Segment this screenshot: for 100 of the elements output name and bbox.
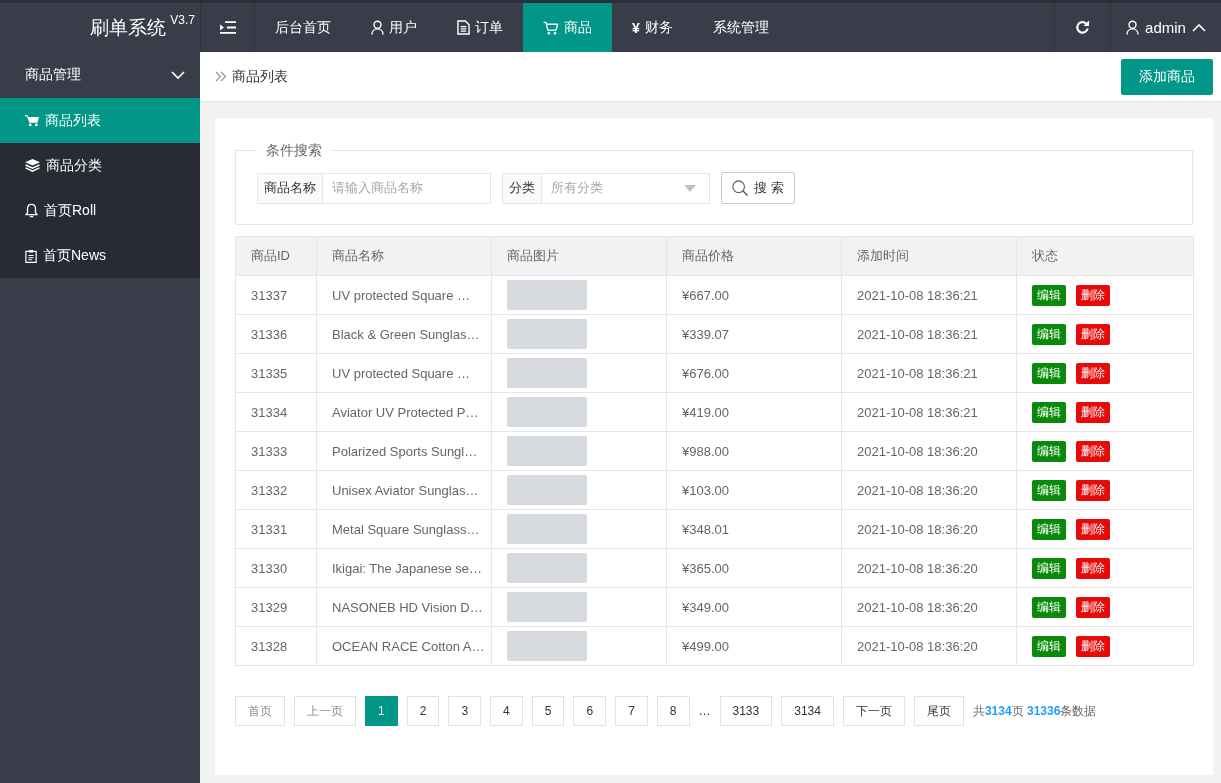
- table-cell: ¥349.00: [666, 587, 842, 627]
- table-cell: Unisex Aviator Sunglas…: [316, 470, 492, 510]
- edit-button[interactable]: 编辑: [1032, 479, 1066, 501]
- double-chevron-icon: [215, 71, 227, 82]
- table-cell: 31335: [235, 353, 317, 393]
- delete-button[interactable]: 删除: [1076, 557, 1110, 579]
- bell-icon: [25, 203, 38, 218]
- table-cell: UV protected Square …: [316, 353, 492, 393]
- pagination-summary: 共3134页 31336条数据: [972, 702, 1097, 720]
- page-button[interactable]: 3: [448, 696, 482, 726]
- last-page-button[interactable]: 尾页: [913, 696, 964, 726]
- delete-button[interactable]: 删除: [1076, 440, 1110, 462]
- version-label: V3.7: [170, 13, 195, 27]
- field-label: 商品名称: [257, 172, 322, 204]
- page-button[interactable]: 7: [615, 696, 648, 726]
- table-cell: 31337: [235, 275, 317, 315]
- text-input[interactable]: 请输入商品名称: [322, 172, 491, 204]
- app-title: 刷单系统: [90, 15, 167, 40]
- delete-button[interactable]: 删除: [1076, 635, 1110, 657]
- page-button[interactable]: 3134: [781, 696, 834, 726]
- edit-button[interactable]: 编辑: [1032, 440, 1066, 462]
- page-button[interactable]: 2: [406, 696, 440, 726]
- table-cell: 2021-10-08 18:36:21: [841, 353, 1017, 393]
- column-header: 商品名称: [316, 236, 492, 276]
- page-button[interactable]: 4: [490, 696, 523, 726]
- column-header: 商品价格: [666, 236, 842, 276]
- sidebar-group-header[interactable]: 商品管理: [0, 52, 200, 98]
- edit-button[interactable]: 编辑: [1032, 518, 1066, 540]
- nav-tab[interactable]: 商品: [523, 3, 612, 52]
- edit-button[interactable]: 编辑: [1032, 596, 1066, 618]
- breadcrumb-item: 商品列表: [232, 67, 288, 86]
- delete-button[interactable]: 删除: [1076, 323, 1110, 345]
- table-cell: 31329: [235, 587, 317, 627]
- table-cell: ¥667.00: [666, 275, 842, 315]
- table-cell: 31333: [235, 431, 317, 471]
- edit-button[interactable]: 编辑: [1032, 362, 1066, 384]
- edit-button[interactable]: 编辑: [1032, 401, 1066, 423]
- page-button[interactable]: 5: [531, 696, 565, 726]
- page-button[interactable]: 6: [573, 696, 607, 726]
- layers-icon: [25, 159, 40, 172]
- field-label: 分类: [502, 172, 541, 204]
- page-button[interactable]: 3133: [719, 696, 773, 726]
- search-button[interactable]: 搜 索: [721, 172, 795, 204]
- nav-tab[interactable]: 系统管理: [692, 3, 789, 52]
- table-cell: 31332: [235, 470, 317, 510]
- table-cell: 2021-10-08 18:36:20: [841, 431, 1017, 471]
- nav-tab[interactable]: 订单: [437, 3, 523, 52]
- search-icon: [732, 180, 748, 196]
- table-cell: 2021-10-08 18:36:20: [841, 587, 1017, 627]
- edit-button[interactable]: 编辑: [1032, 323, 1066, 345]
- caret-icon: [684, 184, 696, 192]
- table-cell: Metal Square Sunglass…: [316, 509, 492, 549]
- clipboard-icon: [25, 248, 37, 263]
- table-cell: OCEAN RACE Cotton A…: [316, 626, 492, 666]
- table-cell: 2021-10-08 18:36:21: [841, 275, 1017, 315]
- table-cell: Aviator UV Protected P…: [316, 392, 492, 432]
- table-cell: ¥365.00: [666, 548, 842, 588]
- fieldset-legend: 条件搜索: [257, 140, 331, 160]
- table-cell: 31328: [235, 626, 317, 666]
- table-cell: ¥988.00: [666, 431, 842, 471]
- add-product-button[interactable]: 添加商品: [1121, 58, 1213, 95]
- edit-button[interactable]: 编辑: [1032, 557, 1066, 579]
- table-cell: 31336: [235, 314, 317, 354]
- table-cell: 2021-10-08 18:36:20: [841, 626, 1017, 666]
- sidebar-item[interactable]: 首页News: [0, 233, 200, 278]
- user-icon: [1126, 20, 1140, 35]
- delete-button[interactable]: 删除: [1076, 284, 1110, 306]
- refresh-icon: [1075, 20, 1090, 35]
- delete-button[interactable]: 删除: [1076, 362, 1110, 384]
- table-cell: Polarized Sports Sungl…: [316, 431, 492, 471]
- table-cell: Ikigai: The Japanese se…: [316, 548, 492, 588]
- table-cell: 31330: [235, 548, 317, 588]
- edit-button[interactable]: 编辑: [1032, 284, 1066, 306]
- dropdown-select[interactable]: 所有分类: [541, 172, 710, 204]
- delete-button[interactable]: 删除: [1076, 479, 1110, 501]
- table-cell: 2021-10-08 18:36:21: [841, 392, 1017, 432]
- delete-button[interactable]: 删除: [1076, 401, 1110, 423]
- page-button[interactable]: 8: [656, 696, 690, 726]
- delete-button[interactable]: 删除: [1076, 518, 1110, 540]
- nav-tab[interactable]: 后台首页: [255, 3, 351, 52]
- table-cell: 31331: [235, 509, 317, 549]
- table-cell: ¥499.00: [666, 626, 842, 666]
- edit-button[interactable]: 编辑: [1032, 635, 1066, 657]
- page-button[interactable]: 1: [365, 696, 398, 726]
- column-header: 商品ID: [235, 236, 317, 276]
- nav-tab[interactable]: 用户: [351, 3, 437, 52]
- user-icon: [371, 20, 384, 35]
- document-icon: [457, 20, 470, 35]
- pagination-ellipsis: …: [698, 704, 711, 718]
- column-header: 商品图片: [491, 236, 667, 276]
- nav-tab[interactable]: ¥ 财务: [612, 3, 693, 52]
- sidebar-item[interactable]: 首页Roll: [0, 188, 200, 233]
- sidebar-item[interactable]: 商品分类: [0, 143, 200, 188]
- table-cell: 2021-10-08 18:36:20: [841, 509, 1017, 549]
- delete-button[interactable]: 删除: [1076, 596, 1110, 618]
- next-page-button[interactable]: 下一页: [842, 696, 905, 726]
- cart-icon: [543, 20, 559, 35]
- table-cell: 2021-10-08 18:36:21: [841, 314, 1017, 354]
- sidebar-item[interactable]: 商品列表: [0, 98, 200, 143]
- cart-icon: [25, 114, 39, 127]
